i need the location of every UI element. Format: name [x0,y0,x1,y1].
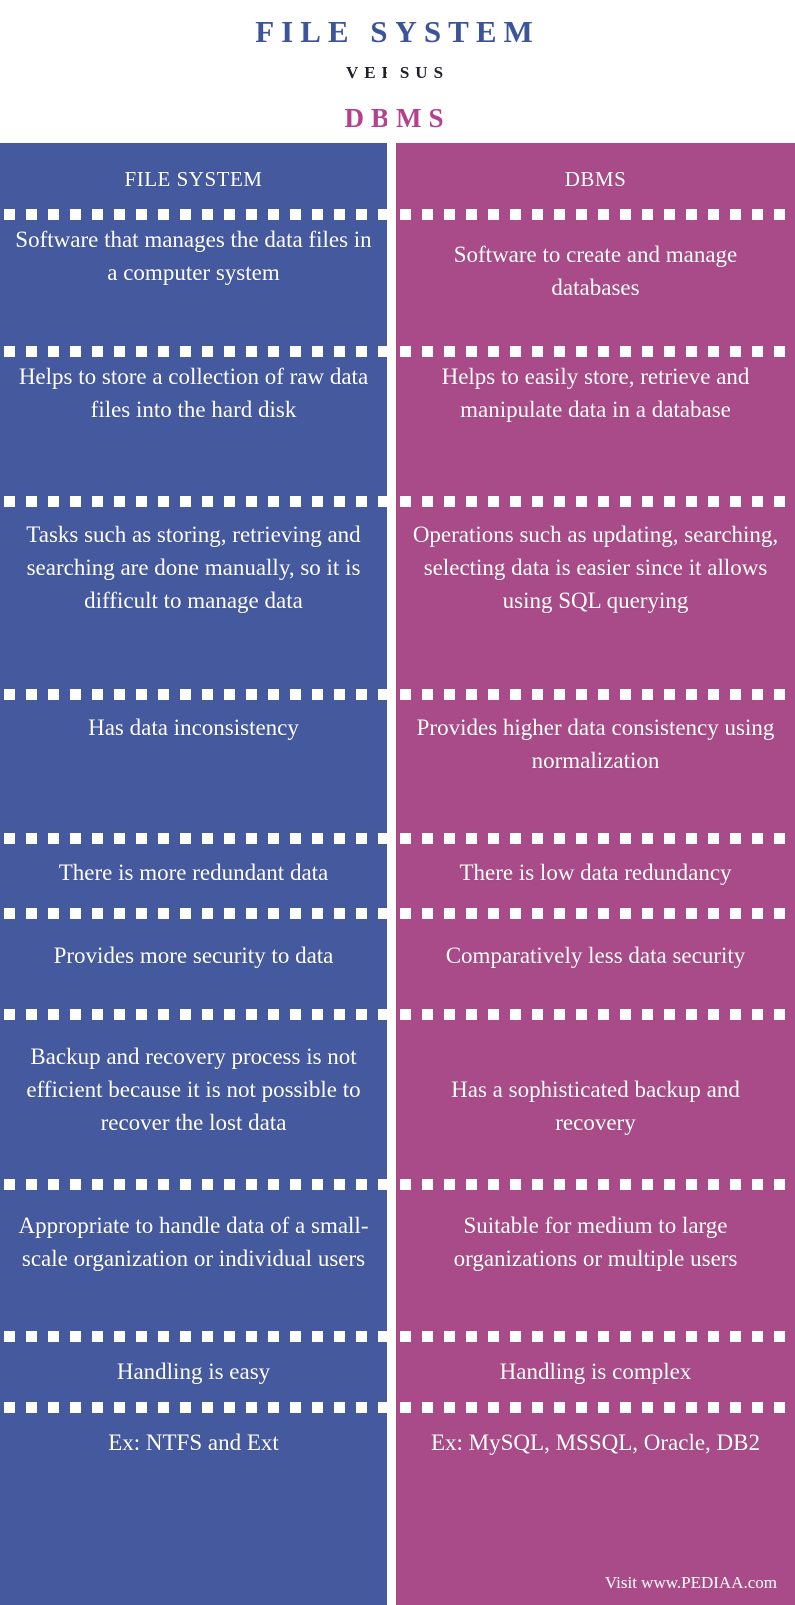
versus-label: VERSUS [345,63,450,82]
table-cell-right-5: Comparatively less data security [445,943,746,968]
table-cell-right-3: Provides higher data consistency using n… [416,715,775,773]
table-cell-right-6: Has a sophisticated backup and recovery [451,1077,740,1135]
page-title-subject: DBMS [344,103,451,133]
column-header-right: DBMS [564,167,627,191]
table-cell-right-4: There is low data redundancy [459,860,732,885]
table-cell-right-9: Ex: MySQL, MSSQL, Oracle, DB2 [430,1430,761,1455]
table-cell-right-7: Suitable for medium to large organizatio… [453,1213,738,1271]
table-cell-left-8: Handling is easy [116,1359,271,1384]
table-cell-right-8: Handling is complex [499,1359,692,1384]
table-cell-left-3: Has data inconsistency [88,715,299,740]
table-cell-right-0: Software to create and manage databases [453,242,738,300]
table-cell-left-0: Software that manages the data files in … [15,227,372,285]
table-cell-left-1: Helps to store a collection of raw data … [18,364,369,422]
table-cell-left-4: There is more redundant data [58,860,329,885]
column-header-left: FILE SYSTEM [124,167,263,191]
comparison-table: FILE SYSTEM Software that manages the da… [0,143,795,1605]
page-title: FILE SYSTEM [255,14,540,49]
table-cell-left-7: Appropriate to handle data of a small-sc… [18,1213,369,1271]
title-block: FILE SYSTEM VERSUS DBMS [0,0,795,143]
column-dbms: DBMS Software to create and manage datab… [396,143,795,1605]
table-cell-left-2: Tasks such as storing, retrieving and se… [26,522,361,613]
table-cell-right-2: Operations such as updating, searching, … [412,522,779,613]
table-cell-left-6: Backup and recovery process is not effic… [26,1044,361,1135]
site-credit: Visit www.PEDIAA.com [604,1573,777,1592]
table-cell-left-9: Ex: NTFS and Ext [108,1430,279,1455]
table-cell-right-1: Helps to easily store, retrieve and mani… [441,364,750,422]
table-cell-left-5: Provides more security to data [53,943,334,968]
column-file-system: FILE SYSTEM Software that manages the da… [0,143,387,1605]
